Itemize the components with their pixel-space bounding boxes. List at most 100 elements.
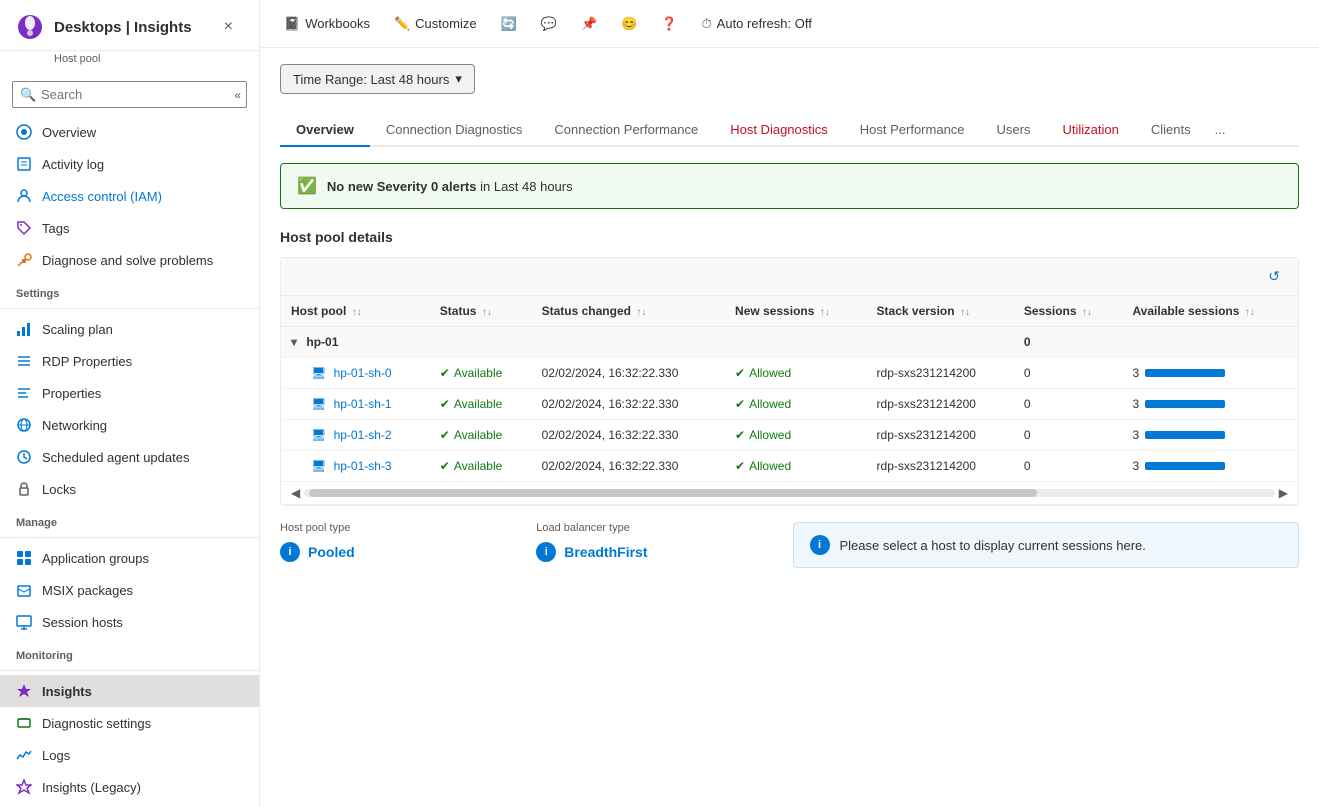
sidebar-item-locks[interactable]: Locks xyxy=(0,473,259,505)
row-3-link[interactable]: hp-01-sh-3 xyxy=(334,459,392,473)
sidebar-item-scaling-plan[interactable]: Scaling plan xyxy=(0,313,259,345)
table-scrollbar-row: ◀ ▶ xyxy=(281,482,1298,505)
pool-type-info-icon: i xyxy=(280,542,300,562)
access-control-icon xyxy=(16,188,32,204)
col-sessions[interactable]: Sessions ↑↓ xyxy=(1014,296,1123,327)
col-available-sessions[interactable]: Available sessions ↑↓ xyxy=(1122,296,1298,327)
main-content: 📓 Workbooks ✏️ Customize 🔄 💬 📌 😊 ❓ xyxy=(260,0,1319,807)
table-scrollbar-cell: ◀ ▶ xyxy=(281,482,1298,505)
tab-connection-diagnostics[interactable]: Connection Diagnostics xyxy=(370,114,539,147)
load-balancer-type-value: i BreadthFirst xyxy=(536,542,772,562)
tab-host-performance[interactable]: Host Performance xyxy=(844,114,981,147)
expand-icon[interactable]: ▾ xyxy=(291,335,297,349)
tab-host-diagnostics[interactable]: Host Diagnostics xyxy=(714,114,844,147)
load-balancer-info-icon: i xyxy=(536,542,556,562)
refresh-button[interactable]: 🔄 xyxy=(493,11,525,37)
close-button[interactable]: × xyxy=(214,12,243,42)
tab-utilization[interactable]: Utilization xyxy=(1046,114,1134,147)
table-row: 🖥 hp-01-sh-3 Available 02/02/2024, 16:32… xyxy=(281,451,1298,482)
collapse-icon[interactable]: « xyxy=(234,88,241,102)
sidebar-item-overview[interactable]: Overview xyxy=(0,116,259,148)
sidebar-item-overview-label: Overview xyxy=(42,125,96,140)
search-container: 🔍 « xyxy=(0,73,259,116)
sidebar-item-insights-label: Insights xyxy=(42,684,92,699)
row-0-available-sessions: 3 xyxy=(1122,358,1298,389)
tab-clients[interactable]: Clients xyxy=(1135,114,1207,147)
sidebar-item-msix-packages[interactable]: MSIX packages xyxy=(0,574,259,606)
tab-more-button[interactable]: ... xyxy=(1207,114,1234,145)
tab-overview[interactable]: Overview xyxy=(280,114,370,147)
sidebar-item-scaling-plan-label: Scaling plan xyxy=(42,322,113,337)
monitoring-nav: Insights Diagnostic settings Logs Insigh… xyxy=(0,675,259,803)
sidebar-item-session-hosts[interactable]: Session hosts xyxy=(0,606,259,638)
col-status-changed[interactable]: Status changed ↑↓ xyxy=(532,296,725,327)
sidebar-item-tags-label: Tags xyxy=(42,221,69,236)
bar-1 xyxy=(1145,400,1225,408)
sidebar-item-rdp-properties[interactable]: RDP Properties xyxy=(0,345,259,377)
sidebar-item-diagnostic-settings[interactable]: Diagnostic settings xyxy=(0,707,259,739)
sidebar-item-diagnostic-settings-label: Diagnostic settings xyxy=(42,716,151,731)
col-stack-version[interactable]: Stack version ↑↓ xyxy=(867,296,1014,327)
sidebar-item-properties[interactable]: Properties xyxy=(0,377,259,409)
sidebar-item-app-groups[interactable]: Application groups xyxy=(0,542,259,574)
monitor-icon-3: 🖥 xyxy=(311,459,326,473)
chevron-down-icon: ▾ xyxy=(455,71,462,87)
diagnostic-settings-icon xyxy=(16,715,32,731)
row-0-sessions: 0 xyxy=(1014,358,1123,389)
sidebar-item-activity-log[interactable]: Activity log xyxy=(0,148,259,180)
sidebar-item-insights-legacy-label: Insights (Legacy) xyxy=(42,780,141,795)
status-icon-0: Available xyxy=(440,366,522,380)
sidebar-item-access-control-label: Access control (IAM) xyxy=(42,189,162,204)
sidebar-item-diagnose[interactable]: Diagnose and solve problems xyxy=(0,244,259,276)
group-row-sessions: 0 xyxy=(1014,327,1123,358)
table-row: 🖥 hp-01-sh-2 Available 02/02/2024, 16:32… xyxy=(281,420,1298,451)
col-host-pool[interactable]: Host pool ↑↓ xyxy=(281,296,430,327)
scrollbar-track[interactable] xyxy=(304,489,1275,497)
sidebar-item-networking[interactable]: Networking xyxy=(0,409,259,441)
row-1-available-sessions: 3 xyxy=(1122,389,1298,420)
tabs-container: Overview Connection Diagnostics Connecti… xyxy=(280,114,1299,147)
sessions-info-panel: i Please select a host to display curren… xyxy=(793,522,1300,568)
auto-refresh-icon: ⏱ xyxy=(702,16,712,32)
col-status[interactable]: Status ↑↓ xyxy=(430,296,532,327)
content-area: Time Range: Last 48 hours ▾ Overview Con… xyxy=(260,48,1319,807)
sidebar-item-app-groups-label: Application groups xyxy=(42,551,149,566)
col-new-sessions[interactable]: New sessions ↑↓ xyxy=(725,296,867,327)
row-0-stack-version: rdp-sxs231214200 xyxy=(867,358,1014,389)
main-nav: Overview Activity log Access control (IA… xyxy=(0,116,259,276)
row-2-stack-version: rdp-sxs231214200 xyxy=(867,420,1014,451)
smiley-button[interactable]: 😊 xyxy=(613,11,645,37)
help-button[interactable]: ❓ xyxy=(653,11,685,37)
row-2-status: Available xyxy=(430,420,532,451)
scaling-plan-icon xyxy=(16,321,32,337)
row-1-link[interactable]: hp-01-sh-1 xyxy=(334,397,392,411)
row-2-link[interactable]: hp-01-sh-2 xyxy=(334,428,392,442)
row-0-new-sessions: Allowed xyxy=(725,358,867,389)
feedback-button[interactable]: 💬 xyxy=(533,11,565,37)
row-0-status-changed: 02/02/2024, 16:32:22.330 xyxy=(532,358,725,389)
sidebar-item-insights-legacy[interactable]: Insights (Legacy) xyxy=(0,771,259,803)
row-3-new-sessions: Allowed xyxy=(725,451,867,482)
table-refresh-button[interactable]: ↺ xyxy=(1262,266,1286,287)
tab-users[interactable]: Users xyxy=(981,114,1047,147)
sidebar-item-insights[interactable]: Insights xyxy=(0,675,259,707)
row-3-available-sessions: 3 xyxy=(1122,451,1298,482)
customize-button[interactable]: ✏️ Customize xyxy=(386,11,485,37)
workbooks-button[interactable]: 📓 Workbooks xyxy=(276,11,378,37)
scheduled-updates-icon xyxy=(16,449,32,465)
pin-button[interactable]: 📌 xyxy=(573,11,605,37)
time-range-button[interactable]: Time Range: Last 48 hours ▾ xyxy=(280,64,475,94)
sessions-info-icon: i xyxy=(810,535,830,555)
sidebar-item-logs[interactable]: Logs xyxy=(0,739,259,771)
scroll-left-icon[interactable]: ◀ xyxy=(291,486,300,500)
sidebar-item-access-control[interactable]: Access control (IAM) xyxy=(0,180,259,212)
sidebar-item-tags[interactable]: Tags xyxy=(0,212,259,244)
auto-refresh-button[interactable]: ⏱ Auto refresh: Off xyxy=(694,11,820,37)
tab-connection-performance[interactable]: Connection Performance xyxy=(538,114,714,147)
row-0-link[interactable]: hp-01-sh-0 xyxy=(334,366,392,380)
sidebar-item-session-hosts-label: Session hosts xyxy=(42,615,123,630)
sidebar-item-scheduled-updates[interactable]: Scheduled agent updates xyxy=(0,441,259,473)
scroll-right-icon[interactable]: ▶ xyxy=(1279,486,1288,500)
search-input[interactable] xyxy=(12,81,247,108)
host-pool-type-value: i Pooled xyxy=(280,542,516,562)
